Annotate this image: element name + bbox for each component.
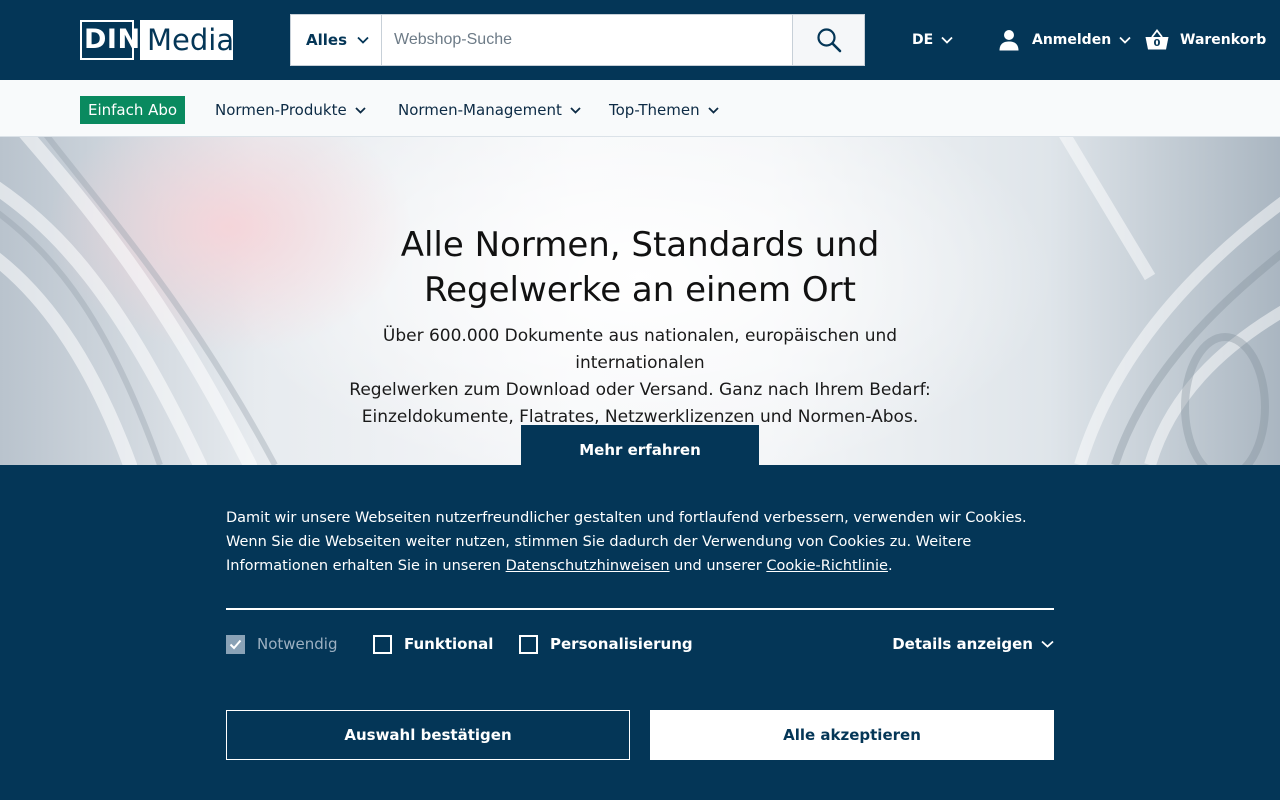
- hero-title-line: Regelwerke an einem Ort: [424, 270, 856, 310]
- cart-label: Warenkorb: [1180, 32, 1267, 48]
- nav-item-normen-management[interactable]: Normen-Management: [398, 96, 581, 124]
- search-category-dropdown[interactable]: Alles: [291, 15, 382, 65]
- search-bar: Alles: [290, 14, 865, 66]
- main-navigation: Einfach Abo Normen-Produkte Normen-Manag…: [0, 80, 1280, 137]
- chevron-down-icon: [1119, 36, 1131, 44]
- cart-button[interactable]: 0 Warenkorb: [1144, 0, 1266, 80]
- divider: [226, 608, 1054, 610]
- search-input[interactable]: [382, 15, 792, 65]
- din-media-logo[interactable]: DIN Media: [80, 20, 234, 60]
- chevron-down-icon: [570, 106, 581, 114]
- checkbox-label: Notwendig: [257, 635, 338, 653]
- cart-icon: 0: [1144, 29, 1170, 51]
- privacy-policy-link[interactable]: Datenschutzhinweisen: [506, 558, 670, 574]
- login-label: Anmelden: [1032, 32, 1112, 48]
- checkbox-label: Personalisierung: [550, 635, 693, 653]
- chevron-down-icon: [707, 106, 719, 114]
- nav-item-label: Normen-Produkte: [215, 101, 347, 119]
- hero-banner: Alle Normen, Standards und Regelwerke an…: [0, 137, 1280, 465]
- logo-media-text: Media: [140, 20, 234, 60]
- checkbox-box: [226, 634, 245, 654]
- search-icon: [816, 28, 841, 53]
- checkbox-box[interactable]: [519, 634, 538, 654]
- logo-din-text: DIN: [80, 20, 140, 60]
- nav-item-label: Normen-Management: [398, 101, 562, 119]
- top-header: DIN Media Alles DE Anmelden 0 Warenkorb: [0, 0, 1280, 80]
- hero-title: Alle Normen, Standards und Regelwerke an…: [240, 223, 1040, 313]
- checkbox-personalisierung[interactable]: Personalisierung: [519, 633, 693, 655]
- einfach-abo-button[interactable]: Einfach Abo: [80, 96, 186, 124]
- search-button[interactable]: [792, 15, 864, 65]
- cookie-text-part: .: [887, 558, 893, 574]
- search-category-label: Alles: [306, 31, 347, 49]
- language-label: DE: [912, 32, 934, 48]
- nav-item-normen-produkte[interactable]: Normen-Produkte: [215, 96, 366, 124]
- login-button[interactable]: Anmelden: [998, 0, 1131, 80]
- hero-description: Über 600.000 Dokumente aus nationalen, e…: [320, 323, 960, 431]
- cookie-policy-link[interactable]: Cookie-Richtlinie: [766, 558, 888, 574]
- hero-text-line: Regelwerken zum Download oder Versand. G…: [349, 380, 931, 400]
- cookie-text-part: und unserer: [669, 558, 767, 574]
- details-label: Details anzeigen: [892, 635, 1033, 653]
- hero-title-line: Alle Normen, Standards und: [400, 225, 880, 265]
- nav-item-top-themen[interactable]: Top-Themen: [609, 96, 719, 124]
- confirm-selection-button[interactable]: Auswahl bestätigen: [226, 710, 630, 760]
- chevron-down-icon: [355, 106, 366, 114]
- cart-count: 0: [1153, 38, 1161, 49]
- checkmark-icon: [229, 639, 242, 649]
- chevron-down-icon: [1041, 640, 1054, 648]
- chevron-down-icon: [357, 36, 369, 44]
- checkbox-notwendig: Notwendig: [226, 633, 338, 655]
- mehr-erfahren-button[interactable]: Mehr erfahren: [521, 425, 759, 465]
- cookie-notice-text: Damit wir unsere Webseiten nutzerfreundl…: [226, 506, 1054, 578]
- nav-item-label: Top-Themen: [609, 101, 700, 119]
- hero-text-line: Über 600.000 Dokumente aus nationalen, e…: [382, 326, 898, 373]
- checkbox-funktional[interactable]: Funktional: [373, 633, 493, 655]
- user-icon: [999, 30, 1019, 51]
- cookie-consent-banner: Damit wir unsere Webseiten nutzerfreundl…: [0, 465, 1280, 800]
- chevron-down-icon: [941, 36, 953, 44]
- language-selector[interactable]: DE: [912, 0, 953, 80]
- accept-all-button[interactable]: Alle akzeptieren: [650, 710, 1054, 760]
- checkbox-box[interactable]: [373, 634, 392, 654]
- checkbox-label: Funktional: [404, 635, 494, 653]
- details-toggle[interactable]: Details anzeigen: [892, 633, 1054, 655]
